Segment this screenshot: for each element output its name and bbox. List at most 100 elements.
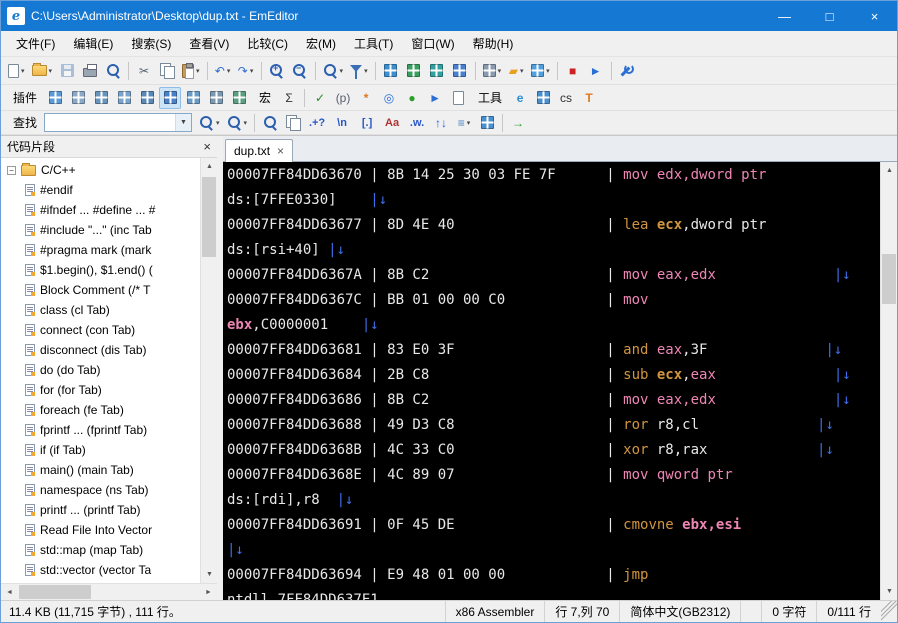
- plugin-webpreview-button[interactable]: [228, 87, 250, 109]
- status-selection[interactable]: 0 字符: [761, 601, 816, 622]
- sync-scroll-toggle[interactable]: [426, 60, 448, 82]
- menu-search[interactable]: 搜索(S): [122, 31, 180, 56]
- code-line[interactable]: 00007FF84DD63681 | 83 E0 3F | and eax,3F…: [227, 338, 880, 363]
- find-input[interactable]: [45, 115, 176, 130]
- undo-button[interactable]: ↶ ▾: [212, 60, 234, 82]
- menu-file[interactable]: 文件(F): [7, 31, 64, 56]
- tool-text-button[interactable]: T: [578, 87, 600, 109]
- code-line[interactable]: ebx,C0000001 |↓: [227, 313, 880, 338]
- jump-next-button[interactable]: →: [507, 112, 529, 134]
- macro-run-button[interactable]: *: [355, 87, 377, 109]
- search-button[interactable]: ▾: [320, 60, 347, 82]
- zoom-in-button[interactable]: +: [266, 60, 288, 82]
- editor-vscroll-thumb[interactable]: [882, 254, 896, 304]
- tree-item[interactable]: $1.begin(), $1.end() (: [1, 260, 200, 280]
- customize-button[interactable]: [616, 60, 638, 82]
- scroll-up-icon[interactable]: ▲: [881, 162, 898, 179]
- code-line[interactable]: ds:[7FFE0330] |↓: [227, 188, 880, 213]
- code-line[interactable]: ntdll.7FF84DD637E1: [227, 588, 880, 600]
- tree-item[interactable]: for (for Tab): [1, 380, 200, 400]
- wildcard-toggle[interactable]: [.]: [355, 112, 379, 134]
- tree-vscrollbar[interactable]: ▲ ▼: [200, 158, 217, 583]
- expander-icon[interactable]: −: [7, 165, 16, 175]
- tree-item[interactable]: disconnect (dis Tab): [1, 340, 200, 360]
- status-lines[interactable]: 0/111 行: [816, 601, 881, 622]
- macro-snippet-button[interactable]: (p): [332, 87, 354, 109]
- search-menu-button[interactable]: ▾: [224, 112, 251, 134]
- find-dropdown-button[interactable]: ▼: [175, 114, 192, 131]
- tab-close-button[interactable]: ×: [277, 145, 284, 157]
- menu-edit[interactable]: 编辑(E): [64, 31, 122, 56]
- copy-button[interactable]: [156, 60, 178, 82]
- tree-item[interactable]: #include "..." (inc Tab: [1, 220, 200, 240]
- menu-window[interactable]: 窗口(W): [402, 31, 463, 56]
- menu-compare[interactable]: 比较(C): [238, 31, 297, 56]
- code-line[interactable]: ds:[rsi+40] |↓: [227, 238, 880, 263]
- resize-grip[interactable]: [881, 601, 897, 622]
- menu-help[interactable]: 帮助(H): [464, 31, 523, 56]
- search-next-button[interactable]: ▾: [196, 112, 223, 134]
- tree-item[interactable]: foreach (fe Tab): [1, 400, 200, 420]
- status-syntax[interactable]: x86 Assembler: [444, 601, 545, 622]
- scroll-down-icon[interactable]: ▼: [881, 583, 898, 600]
- macro-edit-button[interactable]: ✓: [309, 87, 331, 109]
- record-macro-button[interactable]: ■: [562, 60, 584, 82]
- code-line[interactable]: ds:[rdi],r8 |↓: [227, 488, 880, 513]
- code-line[interactable]: 00007FF84DD6367C | BB 01 00 00 C0 | mov: [227, 288, 880, 313]
- plugin-open-documents-button[interactable]: [113, 87, 135, 109]
- code-line[interactable]: 00007FF84DD63677 | 8D 4E 40 | lea ecx,dw…: [227, 213, 880, 238]
- compare-toggle[interactable]: [449, 60, 471, 82]
- tree-item[interactable]: main() (main Tab): [1, 460, 200, 480]
- new-file-button[interactable]: ▾: [5, 60, 28, 82]
- macro-library-button[interactable]: Σ: [278, 87, 300, 109]
- tree-item[interactable]: printf ... (printf Tab): [1, 500, 200, 520]
- run-macro-button[interactable]: ►: [585, 60, 607, 82]
- tree-item[interactable]: class (cl Tab): [1, 300, 200, 320]
- tree-item[interactable]: do (do Tab): [1, 360, 200, 380]
- code-line[interactable]: 00007FF84DD6368B | 4C 33 C0 | xor r8,rax…: [227, 438, 880, 463]
- zoom-out-button[interactable]: −: [289, 60, 311, 82]
- code-line[interactable]: |↓: [227, 538, 880, 563]
- menu-view[interactable]: 查看(V): [180, 31, 238, 56]
- plugin-explorer-button[interactable]: [182, 87, 204, 109]
- match-case-toggle[interactable]: Aa: [380, 112, 404, 134]
- tab-dup-txt[interactable]: dup.txt ×: [225, 139, 294, 162]
- macro-record-button[interactable]: ●: [401, 87, 423, 109]
- tree-hscrollbar[interactable]: ◄ ►: [1, 583, 217, 600]
- scroll-up-icon[interactable]: ▲: [201, 158, 218, 175]
- close-button[interactable]: ×: [852, 1, 897, 31]
- code-line[interactable]: 00007FF84DD6368E | 4C 89 07 | mov qword …: [227, 463, 880, 488]
- tool-window-button[interactable]: [532, 87, 554, 109]
- print-button[interactable]: [79, 60, 101, 82]
- scroll-right-icon[interactable]: ►: [200, 584, 217, 601]
- tool-browser-button[interactable]: e: [509, 87, 531, 109]
- code-line[interactable]: 00007FF84DD63691 | 0F 45 DE | cmovne ebx…: [227, 513, 880, 538]
- code-line[interactable]: 00007FF84DD63686 | 8B C2 | mov eax,edx |…: [227, 388, 880, 413]
- highlight-button[interactable]: ▾: [528, 60, 553, 82]
- cut-button[interactable]: ✂: [133, 60, 155, 82]
- tree-item[interactable]: #pragma mark (mark: [1, 240, 200, 260]
- tree-item[interactable]: std::map (map Tab): [1, 540, 200, 560]
- highlight-all-button[interactable]: [476, 112, 498, 134]
- tree-item[interactable]: fprintf ... (fprintf Tab): [1, 420, 200, 440]
- macro-new-button[interactable]: [447, 87, 469, 109]
- escape-seq-toggle[interactable]: \n: [330, 112, 354, 134]
- outline-toggle[interactable]: ▾: [480, 60, 505, 82]
- plugin-word-count-button[interactable]: [205, 87, 227, 109]
- status-position[interactable]: 行 7,列 70: [544, 601, 619, 622]
- tree-root-folder[interactable]: − C/C++: [1, 160, 200, 180]
- tree-item[interactable]: #ifndef ... #define ... #: [1, 200, 200, 220]
- tree-item[interactable]: Read File Into Vector: [1, 520, 200, 540]
- regex-toggle[interactable]: .+?: [305, 112, 329, 134]
- editor-vscrollbar[interactable]: ▲ ▼: [880, 162, 897, 600]
- editor[interactable]: 00007FF84DD63670 | 8B 14 25 30 03 FE 7F …: [223, 162, 880, 600]
- html-bar-toggle[interactable]: [380, 60, 402, 82]
- find-in-files-button[interactable]: [102, 60, 124, 82]
- find-in-files-button2[interactable]: [259, 112, 281, 134]
- code-line[interactable]: 00007FF84DD63694 | E9 48 01 00 00 | jmp: [227, 563, 880, 588]
- scroll-left-icon[interactable]: ◄: [1, 584, 18, 601]
- tree-hscroll-thumb[interactable]: [19, 585, 91, 599]
- editor-vscroll-track[interactable]: [881, 179, 897, 583]
- tree-item[interactable]: Block Comment (/* T: [1, 280, 200, 300]
- filter-button[interactable]: ▾: [347, 60, 371, 82]
